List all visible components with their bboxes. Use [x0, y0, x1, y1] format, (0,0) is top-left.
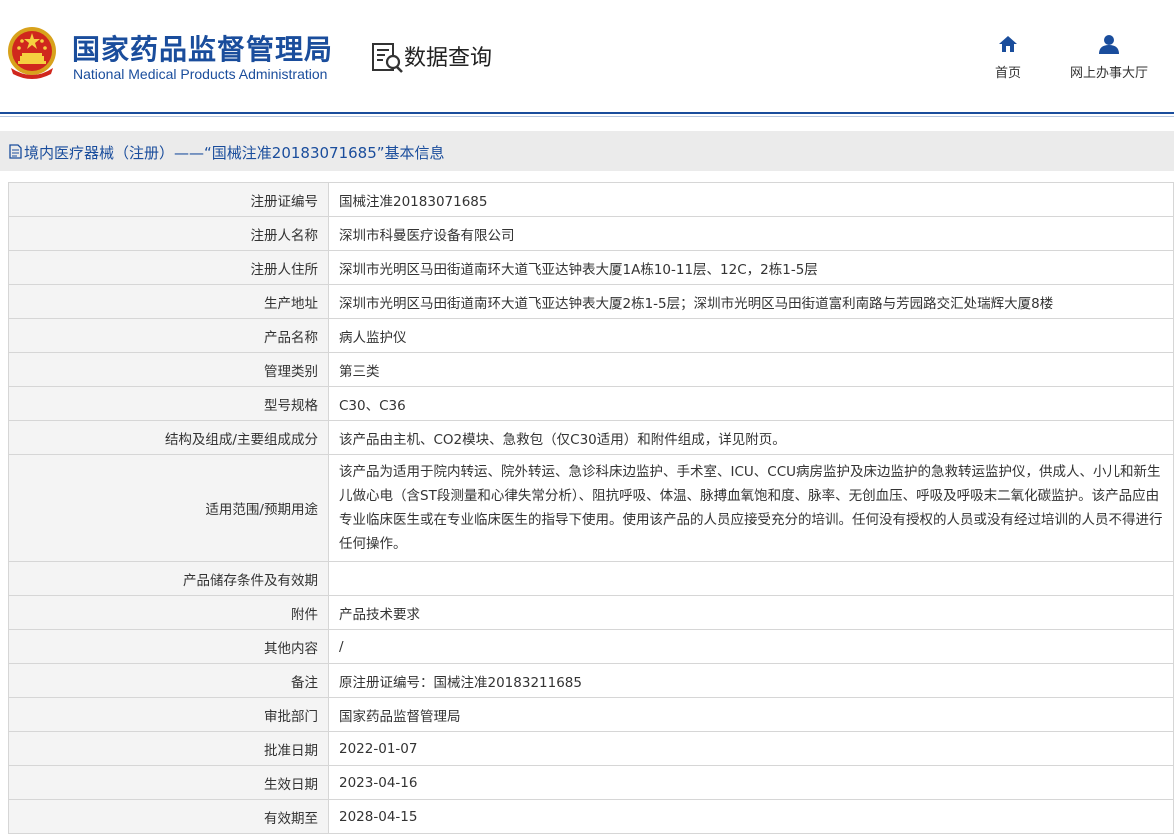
row-label: 适用范围/预期用途 — [8, 454, 329, 562]
row-value: C30、C36 — [328, 386, 1174, 421]
row-label: 产品储存条件及有效期 — [8, 561, 329, 596]
row-label: 有效期至 — [8, 799, 329, 834]
nav-home-label: 首页 — [994, 65, 1021, 80]
row-value: 2022-01-07 — [328, 731, 1174, 766]
row-label: 备注 — [8, 663, 329, 698]
row-value: 2028-04-15 — [328, 799, 1174, 834]
row-value: 产品技术要求 — [328, 595, 1174, 630]
table-row: 注册人名称 深圳市科曼医疗设备有限公司 — [8, 216, 1174, 251]
table-row: 批准日期 2022-01-07 — [8, 731, 1174, 766]
site-header: 国家药品监督管理局 National Medical Products Admi… — [0, 0, 1174, 112]
data-query-icon — [372, 43, 403, 73]
row-value: 深圳市光明区马田街道南环大道飞亚达钟表大厦1A栋10-11层、12C，2栋1-5… — [328, 250, 1174, 285]
table-row: 注册证编号 国械注准20183071685 — [8, 182, 1174, 217]
header-divider-thin — [0, 116, 1174, 117]
user-icon — [1099, 35, 1119, 54]
row-value: 深圳市光明区马田街道南环大道飞亚达钟表大厦2栋1-5层；深圳市光明区马田街道富利… — [328, 284, 1174, 319]
table-row: 生产地址 深圳市光明区马田街道南环大道飞亚达钟表大厦2栋1-5层；深圳市光明区马田… — [8, 284, 1174, 319]
table-row: 审批部门 国家药品监督管理局 — [8, 697, 1174, 732]
header-divider — [0, 112, 1174, 114]
row-label: 审批部门 — [8, 697, 329, 732]
row-label: 产品名称 — [8, 318, 329, 353]
row-label: 其他内容 — [8, 629, 329, 664]
org-name-cn: 国家药品监督管理局 — [72, 33, 334, 66]
row-label: 管理类别 — [8, 352, 329, 387]
row-value: / — [328, 629, 1174, 664]
table-row: 有效期至 2028-04-15 — [8, 799, 1174, 834]
table-row: 其他内容 / — [8, 629, 1174, 664]
org-name-en: National Medical Products Administration — [73, 66, 328, 82]
home-icon — [999, 36, 1017, 52]
row-value: 国械注准20183071685 — [328, 182, 1174, 217]
row-value: 第三类 — [328, 352, 1174, 387]
table-row: 备注 原注册证编号：国械注准20183211685 — [8, 663, 1174, 698]
row-value: 该产品为适用于院内转运、院外转运、急诊科床边监护、手术室、ICU、CCU病房监护… — [328, 454, 1174, 562]
row-label: 生效日期 — [8, 765, 329, 800]
table-row: 适用范围/预期用途 该产品为适用于院内转运、院外转运、急诊科床边监护、手术室、IC… — [8, 454, 1174, 562]
nav-home[interactable]: 首页 — [988, 34, 1028, 81]
table-row: 管理类别 第三类 — [8, 352, 1174, 387]
document-icon — [9, 144, 22, 159]
row-value: 原注册证编号：国械注准20183211685 — [328, 663, 1174, 698]
row-label: 附件 — [8, 595, 329, 630]
row-label: 批准日期 — [8, 731, 329, 766]
row-value: 2023-04-16 — [328, 765, 1174, 800]
row-value: 深圳市科曼医疗设备有限公司 — [328, 216, 1174, 251]
national-emblem-icon — [8, 27, 56, 79]
row-value — [328, 561, 1174, 596]
table-row: 注册人住所 深圳市光明区马田街道南环大道飞亚达钟表大厦1A栋10-11层、12C，… — [8, 250, 1174, 285]
row-label: 注册证编号 — [8, 182, 329, 217]
row-label: 注册人住所 — [8, 250, 329, 285]
nav-online-service-hall[interactable]: 网上办事大厅 — [1063, 34, 1155, 81]
row-value: 该产品由主机、CO2模块、急救包（仅C30适用）和附件组成，详见附页。 — [328, 420, 1174, 455]
table-row: 附件 产品技术要求 — [8, 595, 1174, 630]
table-row: 结构及组成/主要组成成分 该产品由主机、CO2模块、急救包（仅C30适用）和附件组… — [8, 420, 1174, 455]
row-label: 注册人名称 — [8, 216, 329, 251]
row-value: 病人监护仪 — [328, 318, 1174, 353]
row-label: 结构及组成/主要组成成分 — [8, 420, 329, 455]
section-title-bar: 境内医疗器械（注册）——“国械注准20183071685”基本信息 — [0, 131, 1174, 171]
row-label: 型号规格 — [8, 386, 329, 421]
nav-hall-label: 网上办事大厅 — [1069, 65, 1148, 80]
row-value: 国家药品监督管理局 — [328, 697, 1174, 732]
table-row: 产品名称 病人监护仪 — [8, 318, 1174, 353]
device-info-table: 注册证编号 国械注准20183071685 注册人名称 深圳市科曼医疗设备有限公司 … — [8, 182, 1174, 834]
row-label: 生产地址 — [8, 284, 329, 319]
section-title: 境内医疗器械（注册）——“国械注准20183071685”基本信息 — [24, 144, 445, 162]
table-row: 生效日期 2023-04-16 — [8, 765, 1174, 800]
table-row: 型号规格 C30、C36 — [8, 386, 1174, 421]
data-query-title: 数据查询 — [404, 46, 493, 71]
table-row: 产品储存条件及有效期 — [8, 561, 1174, 596]
